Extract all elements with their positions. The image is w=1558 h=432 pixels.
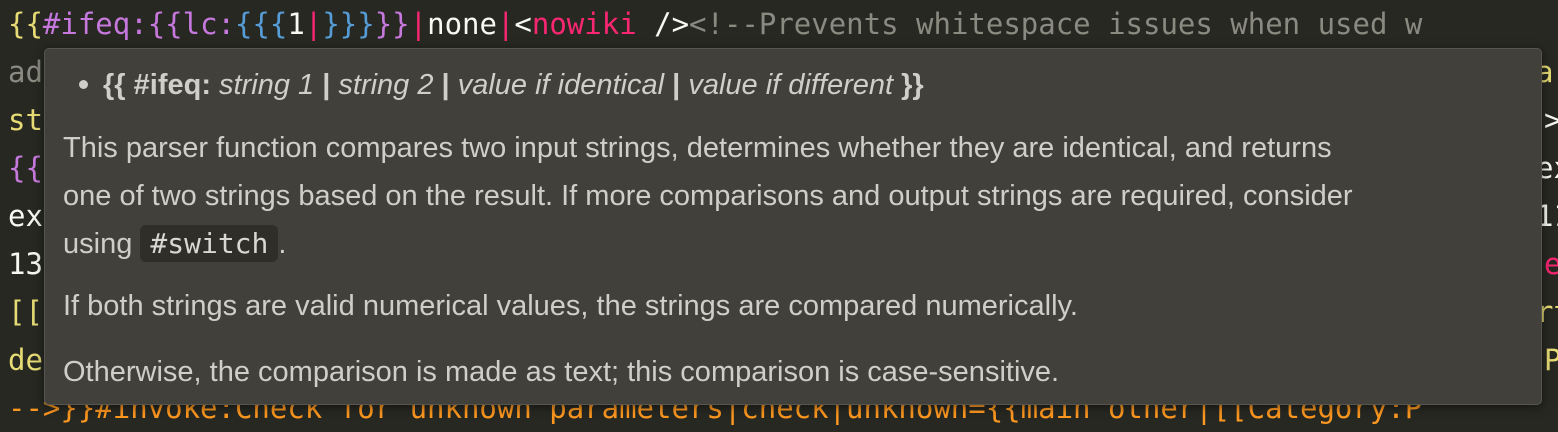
description-line-3: using #switch. (63, 220, 286, 268)
bullet-icon (79, 79, 88, 89)
hover-tooltip[interactable]: {{ #ifeq: string 1 | string 2 | value if… (44, 48, 1542, 405)
numeric-note: If both strings are valid numerical valu… (63, 290, 1078, 322)
code-edge-6: e (1544, 247, 1558, 281)
description-text: . (278, 228, 287, 260)
signature-param-2: string 2 (330, 69, 442, 101)
code-line-2[interactable]: ad (8, 48, 43, 96)
code-line-7[interactable]: [[ (8, 288, 43, 336)
signature-open: {{ (103, 69, 134, 101)
case-sensitivity-note: Otherwise, the comparison is made as tex… (63, 356, 1060, 388)
token-brace: }} (374, 7, 410, 41)
token-tag-open: < (514, 7, 532, 41)
description-text: using (63, 228, 141, 260)
description-line-1: This parser function compares two input … (63, 132, 1332, 164)
token-lc: lc: (182, 7, 235, 41)
token-comment: <!--Prevents whitespace issues when used… (689, 7, 1423, 41)
token-tag-name: nowiki (531, 7, 637, 41)
code-edge-3: > (1544, 103, 1558, 137)
signature-separator: | (441, 69, 450, 101)
code-line-4[interactable]: {{ (8, 144, 43, 192)
token-pipe: | (496, 7, 515, 41)
function-signature: {{ #ifeq: string 1 | string 2 | value if… (79, 65, 924, 105)
token-brace: {{ (8, 7, 43, 41)
token-pipe: | (304, 7, 323, 41)
code-line-5[interactable]: ex (8, 192, 43, 240)
code-line-8[interactable]: de (8, 336, 43, 384)
signature-param-4: value if different (680, 69, 902, 101)
code-line-1[interactable]: {{#ifeq:{{lc:{{{1|}}}}}|none|<nowiki /><… (8, 0, 1422, 48)
code-line-3[interactable]: st (8, 96, 43, 144)
token-text: none (427, 7, 497, 41)
signature-name: #ifeq: (133, 69, 211, 101)
token-pipe: | (409, 7, 428, 41)
token-tag-close: /> (636, 7, 690, 41)
token-param-close: }}} (322, 7, 375, 41)
inline-code-switch: #switch (140, 225, 279, 262)
signature-param-3: value if identical (449, 69, 673, 101)
signature-param-1: string 1 (210, 69, 323, 101)
signature-close: }} (901, 69, 924, 101)
description-line-2: one of two strings based on the result. … (63, 180, 1353, 212)
token-param-open: {{{ (235, 7, 288, 41)
code-edge-8: P (1544, 343, 1558, 377)
code-line-6[interactable]: 13 (8, 240, 43, 288)
token-brace: {{ (147, 7, 183, 41)
token-parser-function: #ifeq: (42, 7, 148, 41)
token-param-name: 1 (287, 7, 305, 41)
